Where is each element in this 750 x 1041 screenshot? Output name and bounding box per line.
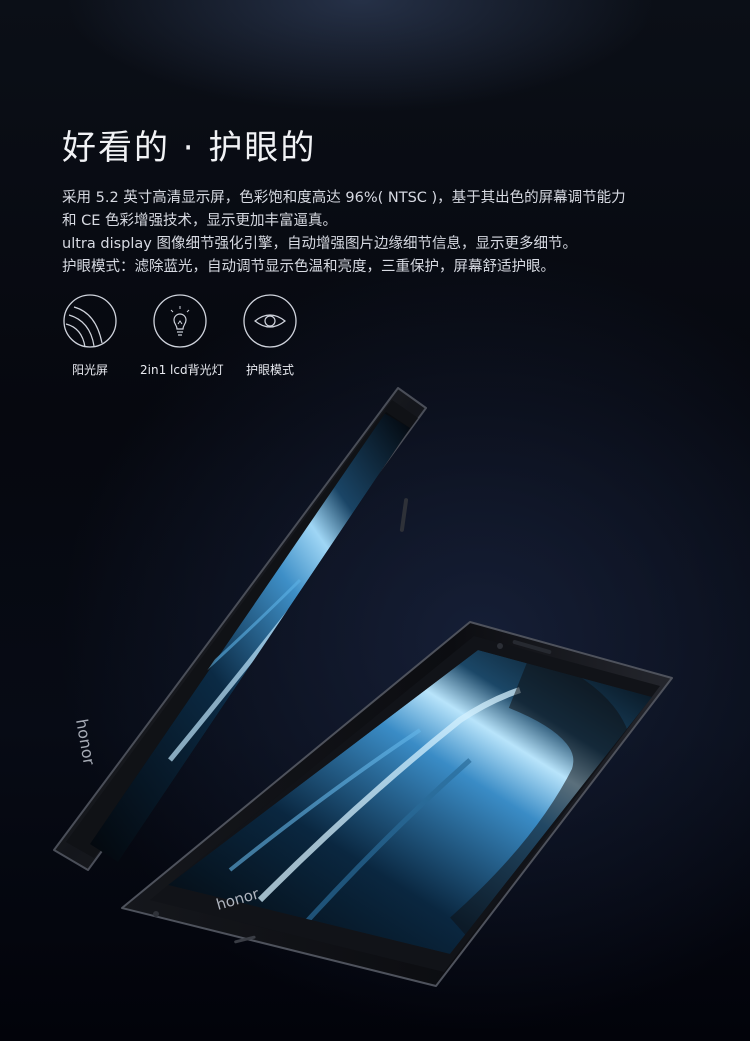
lightbulb-icon (152, 293, 208, 349)
feature-icons-row: 阳光屏 2in1 lcd背光灯 护眼模式 (50, 293, 330, 393)
feature-backlight: 2in1 lcd背光灯 (140, 293, 224, 378)
feature-description: 采用 5.2 英寸高清显示屏，色彩饱和度高达 96%( NTSC )，基于其出色… (62, 187, 702, 279)
feature-label: 护眼模式 (245, 363, 294, 377)
phone-back-brand: honor (72, 717, 99, 766)
feature-eye-protection: 护眼模式 (230, 293, 310, 378)
description-line: 和 CE 色彩增强技术，显示更加丰富逼真。 (62, 213, 338, 229)
sunlight-screen-icon (62, 293, 118, 349)
feature-label: 阳光屏 (71, 363, 108, 377)
phone-product-image: honor honor (53, 387, 673, 987)
feature-sunlight-screen: 阳光屏 (50, 293, 130, 378)
description-line: 采用 5.2 英寸高清显示屏，色彩饱和度高达 96%( NTSC )，基于其出色… (62, 190, 626, 206)
eye-icon (242, 293, 298, 349)
headline: 好看的 · 护眼的 (62, 128, 317, 168)
feature-label: 2in1 lcd背光灯 (140, 363, 224, 377)
description-line: ultra display 图像细节强化引擎，自动增强图片边缘细节信息，显示更多… (62, 236, 577, 252)
product-feature-section: 好看的 · 护眼的 采用 5.2 英寸高清显示屏，色彩饱和度高达 96%( NT… (0, 0, 750, 1041)
description-line: 护眼模式：滤除蓝光，自动调节显示色温和亮度，三重保护，屏幕舒适护眼。 (62, 259, 555, 275)
